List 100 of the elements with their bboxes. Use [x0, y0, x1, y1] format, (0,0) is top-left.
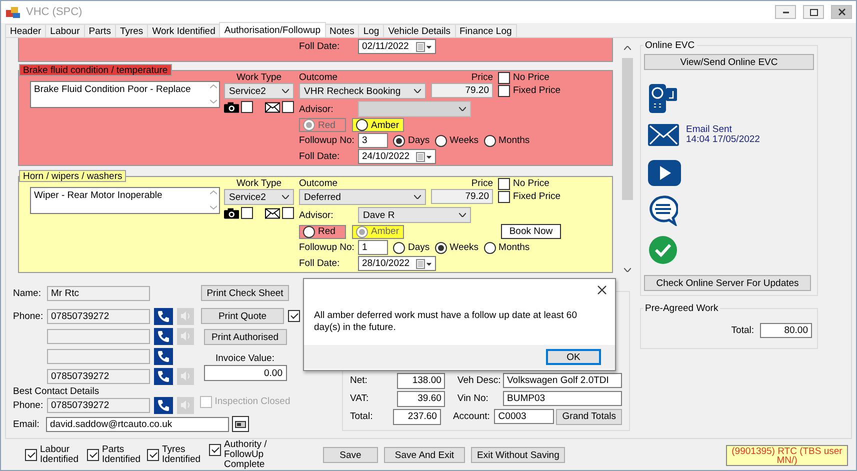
close-button[interactable]	[831, 5, 852, 19]
tab[interactable]: Header	[5, 24, 46, 37]
no-price-checkbox[interactable]: No Price	[498, 177, 561, 190]
total-field[interactable]: 138.00	[397, 372, 446, 388]
date-field[interactable]: 02/11/2022	[358, 39, 436, 54]
outcome-select[interactable]: VHR Recheck Booking	[299, 83, 426, 99]
print-button[interactable]: Print Check Sheet	[200, 285, 290, 301]
phone-field[interactable]: 07850739272	[47, 308, 150, 324]
check-icon[interactable]	[648, 235, 678, 265]
chat-icon[interactable]	[648, 195, 678, 226]
email-checkbox[interactable]	[282, 207, 294, 219]
email-checkbox[interactable]	[282, 101, 294, 113]
followup-field[interactable]: 1	[358, 240, 388, 255]
vehicle-field[interactable]: C0003	[494, 409, 554, 424]
photo-checkbox[interactable]	[241, 207, 254, 219]
work-type-select[interactable]: Service2	[224, 83, 294, 99]
followup-field[interactable]: 3	[358, 133, 388, 148]
total-field[interactable]: 80.00	[760, 323, 812, 338]
close-button[interactable]	[597, 285, 607, 295]
print-button[interactable]: Print Quote	[201, 308, 284, 324]
radio-button[interactable]	[434, 242, 447, 254]
radio-label[interactable]: Days	[408, 242, 430, 253]
radio-button[interactable]	[484, 134, 496, 146]
tab[interactable]: Vehicle Details	[383, 24, 456, 37]
radio-label[interactable]: Days	[408, 135, 430, 146]
tab[interactable]: Labour	[45, 24, 85, 37]
scroll-up-icon[interactable]	[624, 46, 631, 50]
phone-field[interactable]: 07850739272	[47, 368, 150, 384]
email-button[interactable]	[232, 416, 249, 432]
tab[interactable]: Tyres	[114, 24, 148, 37]
description-field[interactable]: Brake Fluid Condition Poor - Replace	[30, 81, 220, 108]
envelope-icon[interactable]	[648, 124, 679, 146]
checkbox[interactable]: Authority / FollowUp Complete	[209, 440, 291, 470]
fixed-price-checkbox[interactable]: Fixed Price	[498, 190, 561, 203]
total-field[interactable]: 237.60	[392, 408, 441, 424]
radio-button[interactable]	[393, 134, 405, 146]
phone-icon[interactable]	[154, 328, 173, 344]
rating-option[interactable]: Red	[299, 224, 346, 238]
radio-button[interactable]	[484, 242, 496, 254]
phone-icon[interactable]	[154, 368, 173, 384]
tab[interactable]: Finance Log	[454, 24, 517, 37]
check-updates-button[interactable]: Check Online Server For Updates	[644, 275, 811, 291]
radio-label[interactable]: Weeks	[450, 135, 479, 146]
advisor-select[interactable]: Dave R	[358, 207, 471, 223]
ok-button[interactable]: OK	[546, 349, 601, 365]
calendar-icon[interactable]	[416, 152, 432, 162]
tab[interactable]: Log	[358, 24, 384, 37]
description-field[interactable]: Wiper - Rear Motor Inoperable	[30, 187, 220, 214]
footer-button[interactable]: Save	[323, 447, 378, 463]
field-label: Followup No:	[299, 135, 353, 146]
minimize-button[interactable]	[775, 5, 796, 19]
outcome-select[interactable]: Deferred	[299, 189, 426, 205]
footer-button[interactable]: Save And Exit	[384, 447, 465, 463]
price-field[interactable]: 79.20	[431, 83, 493, 98]
camcorder-icon[interactable]	[648, 83, 678, 114]
tab[interactable]: Authorisation/Followup	[219, 22, 326, 37]
name-field[interactable]: Mr Rtc	[47, 286, 150, 300]
radio-button[interactable]	[393, 242, 405, 254]
tab[interactable]: Parts	[84, 24, 116, 37]
phone-field[interactable]	[47, 348, 150, 364]
calendar-icon[interactable]	[416, 258, 432, 268]
vehicle-field[interactable]: BUMP03	[503, 391, 622, 406]
view-evc-button[interactable]: View/Send Online EVC	[644, 54, 814, 70]
checkbox[interactable]: Tyres Identified	[147, 445, 199, 465]
scrollbar-thumb[interactable]	[622, 58, 633, 200]
phone-icon[interactable]	[154, 396, 173, 414]
phone-icon[interactable]	[154, 308, 173, 324]
print-button[interactable]: Print Authorised	[204, 329, 286, 345]
phone-icon[interactable]	[154, 348, 173, 364]
radio-label[interactable]: Months	[498, 135, 530, 146]
radio-button[interactable]	[434, 134, 447, 146]
checkbox[interactable]: Labour Identified	[25, 445, 77, 465]
email-field[interactable]: david.saddow@rtcauto.co.uk	[46, 416, 229, 432]
field-label: Price	[471, 72, 493, 83]
radio-label[interactable]: Weeks	[450, 242, 479, 253]
restore-button[interactable]	[803, 5, 824, 19]
book-now-button[interactable]: Book Now	[501, 224, 561, 239]
phone-field[interactable]	[47, 328, 150, 344]
tab[interactable]: Notes	[324, 24, 360, 37]
scroll-down-icon[interactable]	[624, 268, 631, 272]
grand-totals-button[interactable]: Grand Totals	[556, 408, 622, 424]
play-icon[interactable]	[648, 160, 681, 186]
invoice-field[interactable]: 0.00	[204, 365, 286, 381]
vehicle-field[interactable]: Volkswagen Golf 2.0TDI	[503, 373, 622, 388]
phone-field[interactable]: 07850739272	[47, 398, 150, 412]
no-price-checkbox[interactable]: No Price	[498, 71, 561, 84]
calendar-icon[interactable]	[416, 42, 432, 52]
fixed-price-checkbox[interactable]: Fixed Price	[498, 84, 561, 97]
radio-label[interactable]: Months	[498, 242, 530, 253]
caret-icon	[282, 195, 289, 199]
photo-checkbox[interactable]	[241, 101, 254, 113]
price-field[interactable]: 79.20	[431, 189, 493, 204]
tab[interactable]: Work Identified	[147, 24, 220, 37]
footer-button[interactable]: Exit Without Saving	[471, 447, 566, 463]
total-field[interactable]: 39.60	[397, 390, 446, 406]
date-field[interactable]: 28/10/2022	[358, 256, 436, 271]
date-field[interactable]: 24/10/2022	[358, 149, 436, 164]
quote-checkbox[interactable]	[288, 310, 300, 322]
rating-option[interactable]: Amber	[352, 118, 404, 132]
work-type-select[interactable]: Service2	[224, 189, 294, 205]
